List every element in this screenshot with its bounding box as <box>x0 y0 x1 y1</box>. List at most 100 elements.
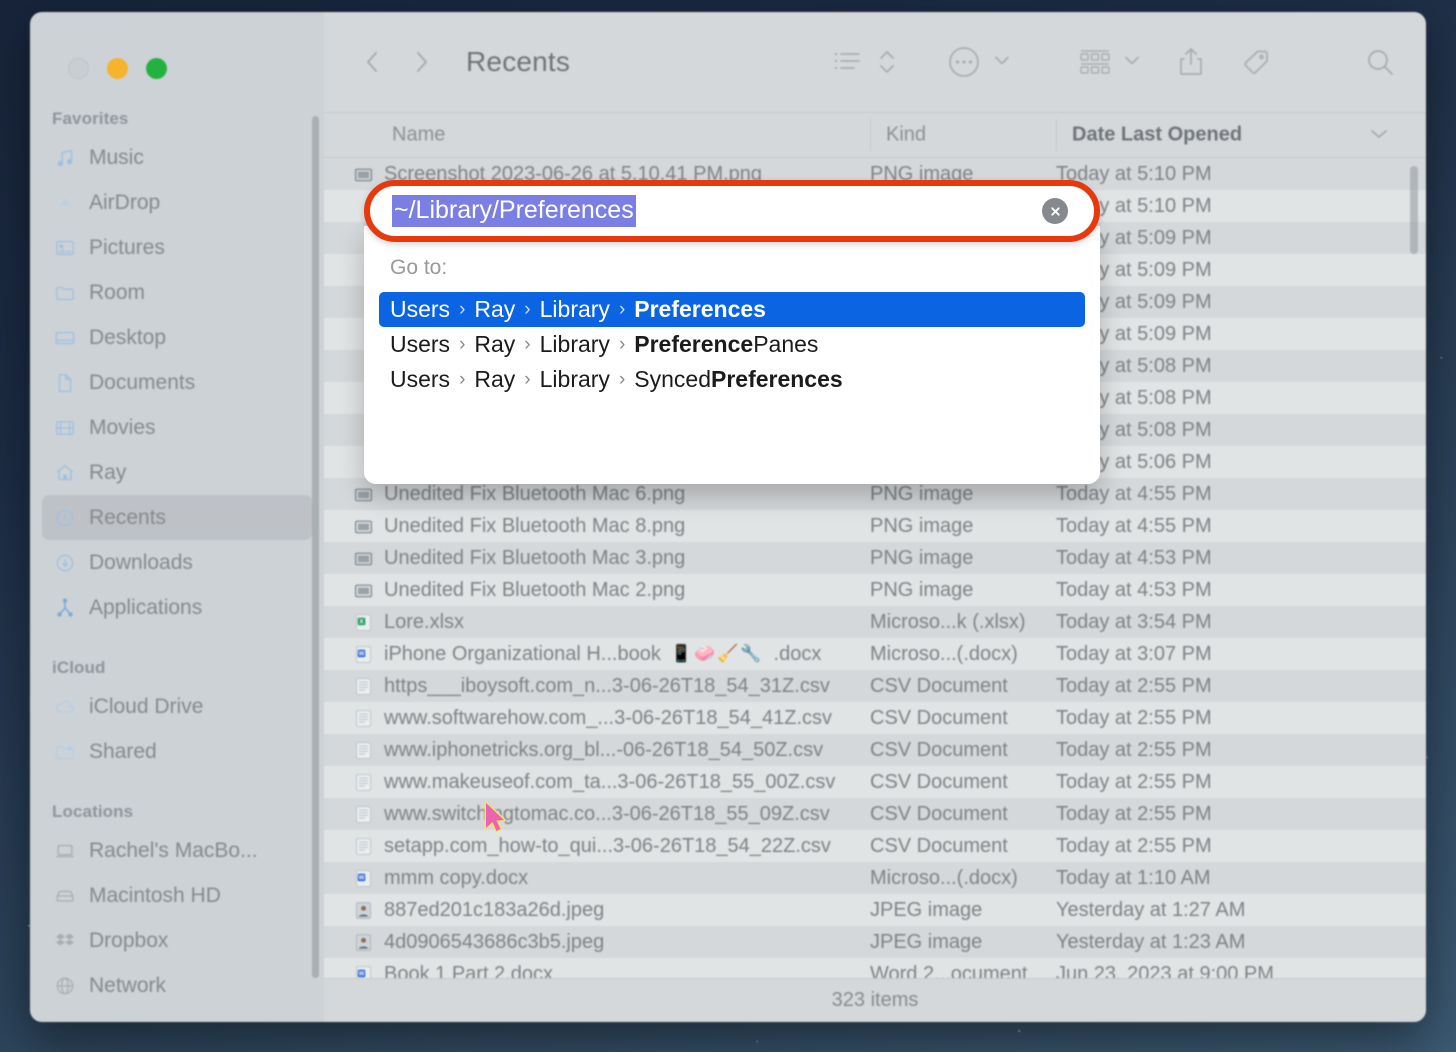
clear-circle-icon[interactable] <box>1042 198 1068 224</box>
sidebar-item-shared[interactable]: Shared <box>42 729 312 774</box>
sidebar-item-label: Ray <box>89 461 126 485</box>
minimize-button[interactable] <box>107 58 128 79</box>
column-header-date[interactable]: Date Last Opened <box>1072 124 1242 147</box>
sidebar-item-label: Music <box>89 146 144 170</box>
sort-updown-icon[interactable] <box>878 47 896 77</box>
table-row[interactable]: Unedited Fix Bluetooth Mac 8.png PNG ima… <box>324 510 1426 542</box>
path-crumb-match: Preferences <box>711 366 843 393</box>
sidebar-item-network[interactable]: Network <box>42 963 312 1008</box>
table-row[interactable]: 4d0906543686c3b5.jpeg JPEG image Yesterd… <box>324 926 1426 958</box>
table-row[interactable]: 887ed201c183a26d.jpeg JPEG image Yesterd… <box>324 894 1426 926</box>
sidebar-item-movies[interactable]: Movies <box>42 405 312 450</box>
table-row[interactable]: www.switchingtomac.co...3-06-26T18_55_09… <box>324 798 1426 830</box>
chevron-down-icon[interactable] <box>1368 124 1390 147</box>
go-to-folder-dialog[interactable]: ~/Library/Preferences Go to: Users › Ray… <box>364 180 1100 484</box>
csv-icon <box>353 708 374 729</box>
file-name-cell: W mmm copy.docx <box>353 867 528 890</box>
table-row[interactable]: setapp.com_how-to_qui...3-06-26T18_54_22… <box>324 830 1426 862</box>
sidebar-item-applications[interactable]: Applications <box>42 585 312 630</box>
go-to-path-input-value[interactable]: ~/Library/Preferences <box>392 195 636 227</box>
path-separator-icon: › <box>459 334 465 356</box>
sidebar-scrollbar[interactable] <box>312 116 319 978</box>
path-separator-icon: › <box>524 299 530 321</box>
table-row[interactable]: W mmm copy.docx Microso...(.docx) Today … <box>324 862 1426 894</box>
sidebar-item-label: Recents <box>89 506 166 530</box>
group-by-icon[interactable] <box>1078 47 1112 77</box>
sidebar-item-ray[interactable]: Ray <box>42 450 312 495</box>
go-to-suggestion-preferences[interactable]: Users › Ray › Library › Preferences <box>379 292 1085 327</box>
sidebar-item-rachels-macbook[interactable]: Rachel's MacBo... <box>42 828 312 873</box>
sidebar-item-icloud-drive[interactable]: iCloud Drive <box>42 684 312 729</box>
sidebar-item-room[interactable]: Room <box>42 270 312 315</box>
close-button[interactable] <box>68 58 89 79</box>
csv-icon <box>353 740 374 761</box>
table-row[interactable]: www.iphonetricks.org_bl...-06-26T18_54_5… <box>324 734 1426 766</box>
table-row[interactable]: Unedited Fix Bluetooth Mac 3.png PNG ima… <box>324 542 1426 574</box>
chevron-down-icon[interactable] <box>1122 53 1142 72</box>
sidebar-section-icloud: iCloud <box>30 658 324 684</box>
photo-icon <box>353 932 374 953</box>
window-controls[interactable] <box>30 12 324 79</box>
sidebar-item-music[interactable]: Music <box>42 135 312 180</box>
page-title: Recents <box>466 46 570 78</box>
go-to-path-field[interactable]: ~/Library/Preferences <box>364 180 1100 242</box>
sidebar-item-dropbox[interactable]: Dropbox <box>42 918 312 963</box>
sidebar-item-label: Desktop <box>89 326 166 350</box>
file-kind-cell: Microso...k (.xlsx) <box>870 611 1026 634</box>
sidebar-item-pictures[interactable]: Pictures <box>42 225 312 270</box>
table-row[interactable]: X Lore.xlsx Microso...k (.xlsx) Today at… <box>324 606 1426 638</box>
file-name-cell: www.softwarehow.com_...3-06-26T18_54_41Z… <box>353 707 832 730</box>
table-row[interactable]: W Book 1 Part 2.docx Word 2...ocument Ju… <box>324 958 1426 978</box>
column-divider[interactable] <box>870 119 871 151</box>
go-to-suggestions-panel: Go to: Users › Ray › Library › Preferenc… <box>364 226 1100 484</box>
ellipsis-circle-icon[interactable] <box>946 44 982 80</box>
file-kind-cell: CSV Document <box>870 739 1008 762</box>
tag-icon[interactable] <box>1240 46 1272 78</box>
chevron-right-icon[interactable] <box>408 47 434 77</box>
table-row[interactable]: W iPhone Organizational H...book 📱🧼🧹🔧 .d… <box>324 638 1426 670</box>
sidebar-item-macintosh-hd[interactable]: Macintosh HD <box>42 873 312 918</box>
file-name-cell: 887ed201c183a26d.jpeg <box>353 899 604 922</box>
csv-icon <box>353 772 374 793</box>
column-divider[interactable] <box>1056 119 1057 151</box>
path-crumb: Ray <box>474 296 515 323</box>
table-row[interactable]: https___iboysoft.com_n...3-06-26T18_54_3… <box>324 670 1426 702</box>
column-header-kind[interactable]: Kind <box>886 124 926 147</box>
sidebar-item-label: Applications <box>89 596 202 620</box>
sidebar-section-locations: Locations <box>30 802 324 828</box>
chevron-down-icon[interactable] <box>992 53 1012 72</box>
applications-icon <box>54 597 76 619</box>
sidebar-item-airdrop[interactable]: AirDrop <box>42 180 312 225</box>
file-date-cell: Today at 2:55 PM <box>1056 739 1212 762</box>
png-icon <box>353 548 374 569</box>
path-separator-icon: › <box>619 369 625 391</box>
table-row[interactable]: www.makeuseof.com_ta...3-06-26T18_55_00Z… <box>324 766 1426 798</box>
column-header-name[interactable]: Name <box>392 124 445 147</box>
file-list-scrollbar[interactable] <box>1410 166 1418 254</box>
share-icon[interactable] <box>1176 45 1206 79</box>
file-date-cell: Today at 4:53 PM <box>1056 579 1212 602</box>
file-kind-cell: Microso...(.docx) <box>870 643 1018 666</box>
table-row[interactable]: Unedited Fix Bluetooth Mac 2.png PNG ima… <box>324 574 1426 606</box>
sidebar-item-downloads[interactable]: Downloads <box>42 540 312 585</box>
globe-icon <box>54 975 76 997</box>
maximize-button[interactable] <box>146 58 167 79</box>
go-to-suggestion-syncedpreferences[interactable]: Users › Ray › Library › SyncedPreference… <box>379 362 1085 397</box>
path-crumb: Library <box>540 331 610 358</box>
chevron-left-icon[interactable] <box>360 47 386 77</box>
file-date-cell: Jun 23, 2023 at 9:00 PM <box>1056 963 1274 979</box>
sidebar-item-recents[interactable]: Recents <box>42 495 312 540</box>
file-kind-cell: Word 2...ocument <box>870 963 1027 979</box>
file-kind-cell: CSV Document <box>870 835 1008 858</box>
path-separator-icon: › <box>619 334 625 356</box>
sidebar-item-desktop[interactable]: Desktop <box>42 315 312 360</box>
list-view-icon[interactable] <box>832 49 862 75</box>
shared-folder-icon <box>54 741 76 763</box>
search-icon[interactable] <box>1364 46 1396 78</box>
table-row[interactable]: www.softwarehow.com_...3-06-26T18_54_41Z… <box>324 702 1426 734</box>
sidebar-item-documents[interactable]: Documents <box>42 360 312 405</box>
path-crumb: Preferences <box>634 296 766 323</box>
path-crumb: Users <box>390 296 450 323</box>
music-note-icon <box>54 147 76 169</box>
go-to-suggestion-preferencepanes[interactable]: Users › Ray › Library › PreferencePanes <box>379 327 1085 362</box>
